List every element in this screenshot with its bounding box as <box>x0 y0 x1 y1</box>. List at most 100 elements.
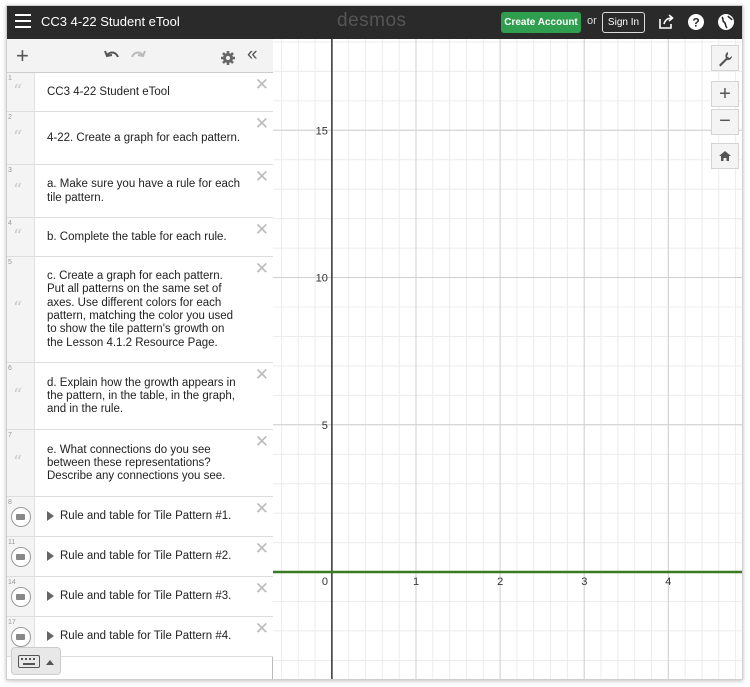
expression-panel: + « 1 “CC3 4-22 Student eTool ✕ 2 “4-22. Cre… <box>7 39 273 679</box>
folder-title[interactable]: Rule and table for Tile Pattern #2. <box>60 550 243 563</box>
row-number: 14 <box>8 579 16 586</box>
note-quote-icon: “ <box>13 80 23 102</box>
expression-row[interactable]: 7 “e. What connections do you see between… <box>7 430 273 497</box>
note-text[interactable]: d. Explain how the growth appears in the… <box>47 363 243 430</box>
row-gutter: 1 “ <box>7 73 35 111</box>
note-text[interactable]: c. Create a graph for each pattern. Put … <box>47 257 243 363</box>
keyboard-icon <box>18 655 40 668</box>
zoom-in-button[interactable]: + <box>711 81 739 107</box>
keypad-toggle-button[interactable] <box>11 647 61 675</box>
folder-icon[interactable] <box>11 587 31 607</box>
delete-icon[interactable]: ✕ <box>255 221 269 238</box>
folder-icon[interactable] <box>11 507 31 527</box>
note-text[interactable]: a. Make sure you have a rule for each ti… <box>47 165 243 218</box>
folder-title[interactable]: Rule and table for Tile Pattern #3. <box>60 590 243 603</box>
hamburger-menu-icon[interactable] <box>15 14 31 28</box>
svg-text:?: ? <box>692 16 699 30</box>
row-number: 2 <box>8 114 12 121</box>
graph-canvas[interactable]: 0 1 2 3 4 5 10 15 <box>273 39 743 680</box>
note-quote-icon: “ <box>13 225 23 247</box>
folder-title[interactable]: Rule and table for Tile Pattern #1. <box>60 510 243 523</box>
note-quote-icon: “ <box>13 126 23 148</box>
y-tick-label: 5 <box>322 420 328 432</box>
note-text[interactable]: e. What connections do you see between t… <box>47 430 243 497</box>
row-gutter: 6 “ <box>7 363 35 429</box>
folder-row[interactable]: 8 Rule and table for Tile Pattern #1. ✕ <box>7 497 273 537</box>
expression-row[interactable]: 6 “d. Explain how the growth appears in t… <box>7 363 273 430</box>
delete-icon[interactable]: ✕ <box>255 76 269 93</box>
expression-row[interactable]: 5 “c. Create a graph for each pattern. Pu… <box>7 257 273 363</box>
globe-icon[interactable] <box>717 13 735 31</box>
expression-toolbar: + « <box>7 39 273 73</box>
x-tick-label: 4 <box>665 576 671 588</box>
graph-paper[interactable]: 0 1 2 3 4 5 10 15 + − <box>273 39 743 680</box>
note-quote-icon: “ <box>13 451 23 473</box>
note-quote-icon: “ <box>13 179 23 201</box>
delete-icon[interactable]: ✕ <box>255 115 269 132</box>
note-quote-icon: “ <box>13 298 23 319</box>
row-gutter: 3 “ <box>7 165 35 217</box>
x-tick-label: 1 <box>413 576 419 588</box>
row-gutter: 8 <box>7 497 35 536</box>
delete-icon[interactable]: ✕ <box>255 540 269 557</box>
caret-up-icon <box>46 660 54 665</box>
delete-icon[interactable]: ✕ <box>255 433 269 450</box>
delete-icon[interactable]: ✕ <box>255 168 269 185</box>
folder-title[interactable]: Rule and table for Tile Pattern #4. <box>60 630 243 643</box>
wrench-icon[interactable] <box>711 45 739 71</box>
collapse-panel-icon[interactable]: « <box>247 45 258 65</box>
zoom-out-button[interactable]: − <box>711 109 739 135</box>
row-gutter: 5 “ <box>7 257 35 362</box>
row-number: 5 <box>8 259 12 266</box>
folder-row[interactable]: 11 Rule and table for Tile Pattern #2. ✕ <box>7 537 273 577</box>
row-number: 1 <box>8 75 12 82</box>
expression-row[interactable]: 1 “ CC3 4-22 Student eTool ✕ <box>7 73 273 112</box>
row-number: 6 <box>8 365 12 372</box>
expression-row[interactable]: 3 “a. Make sure you have a rule for each … <box>7 165 273 218</box>
delete-icon[interactable]: ✕ <box>255 620 269 637</box>
folder-row[interactable]: 14 Rule and table for Tile Pattern #3. ✕ <box>7 577 273 617</box>
note-text[interactable]: b. Complete the table for each rule. <box>47 218 243 257</box>
expand-folder-icon[interactable] <box>47 511 54 521</box>
note-text[interactable]: 4-22. Create a graph for each pattern. <box>47 112 243 165</box>
share-icon[interactable] <box>657 13 675 31</box>
delete-icon[interactable]: ✕ <box>255 500 269 517</box>
row-gutter: 14 <box>7 577 35 616</box>
redo-icon[interactable] <box>129 46 147 66</box>
x-tick-label: 2 <box>497 576 503 588</box>
top-bar: CC3 4-22 Student eTool desmos Create Acc… <box>7 6 742 39</box>
row-number: 7 <box>8 432 12 439</box>
expression-row[interactable]: 2 “ 4-22. Create a graph for each pattern.… <box>7 112 273 165</box>
create-account-button[interactable]: Create Account <box>501 12 581 33</box>
sign-in-button[interactable]: Sign In <box>602 12 645 33</box>
home-icon[interactable] <box>711 143 739 169</box>
graph-title[interactable]: CC3 4-22 Student eTool <box>41 14 180 29</box>
or-label: or <box>587 15 597 27</box>
help-icon[interactable]: ? <box>687 13 705 31</box>
delete-icon[interactable]: ✕ <box>255 580 269 597</box>
note-text[interactable]: CC3 4-22 Student eTool <box>47 73 243 112</box>
folder-icon[interactable] <box>11 547 31 567</box>
expand-folder-icon[interactable] <box>47 551 54 561</box>
expression-list: 1 “CC3 4-22 Student eTool ✕ 2 “4-22. Create … <box>7 73 273 657</box>
app-window: CC3 4-22 Student eTool desmos Create Acc… <box>6 5 743 680</box>
row-number: 17 <box>8 619 16 626</box>
expand-folder-icon[interactable] <box>47 591 54 601</box>
row-number: 3 <box>8 167 12 174</box>
row-gutter: 7 “ <box>7 430 35 496</box>
add-item-icon[interactable]: + <box>16 45 29 67</box>
expand-folder-icon[interactable] <box>47 631 54 641</box>
delete-icon[interactable]: ✕ <box>255 366 269 383</box>
folder-icon[interactable] <box>11 627 31 647</box>
row-gutter: 4 “ <box>7 218 35 256</box>
desmos-logo: desmos <box>337 10 407 31</box>
row-number: 11 <box>8 539 16 546</box>
row-gutter: 11 <box>7 537 35 576</box>
undo-icon[interactable] <box>103 46 121 66</box>
note-quote-icon: “ <box>13 384 23 406</box>
y-tick-label: 10 <box>316 273 328 285</box>
gear-icon[interactable] <box>220 48 236 68</box>
delete-icon[interactable]: ✕ <box>255 260 269 277</box>
expression-row[interactable]: 4 “ b. Complete the table for each rule. ✕ <box>7 218 273 257</box>
x-tick-label: 3 <box>581 576 587 588</box>
